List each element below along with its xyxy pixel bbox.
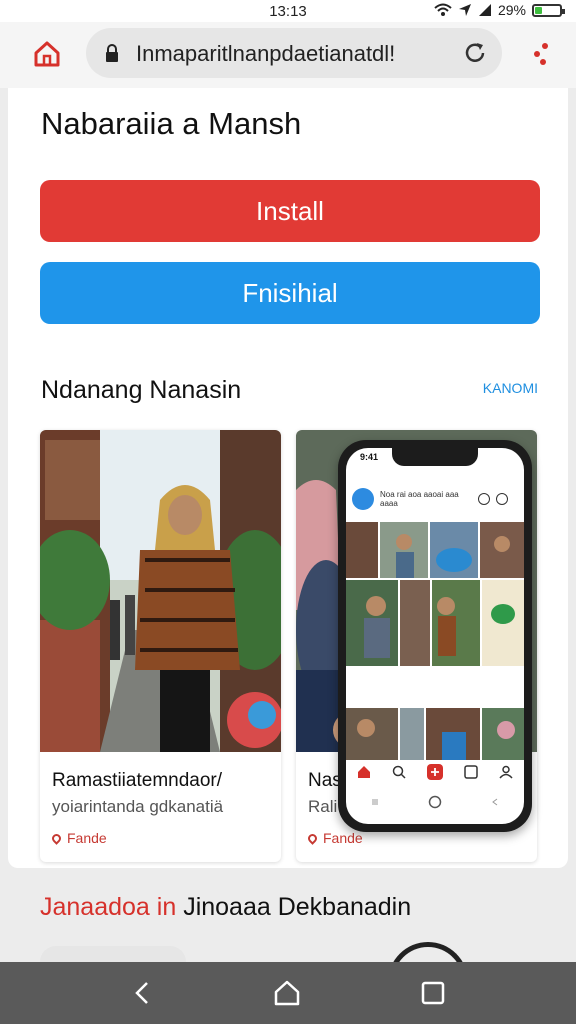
section2-title: Janaadoa in Jinoaaa Dekbanadin — [40, 893, 411, 922]
card-subtitle: Rali — [308, 797, 338, 816]
card-location: Fande — [306, 830, 363, 846]
section-title: Ndanang Nanasin — [41, 376, 242, 404]
phone-back-icon — [492, 798, 498, 806]
phone-heart-icon — [478, 493, 490, 505]
phone-notch — [392, 448, 478, 466]
status-bar: 13:13 29% — [0, 0, 576, 22]
secondary-button[interactable]: Fnisihial — [40, 262, 540, 324]
phone-app-logo — [352, 488, 374, 510]
status-right: 29% — [434, 2, 565, 18]
browser-toolbar: Inmaparitlnanpdaetianatdl! — [0, 22, 576, 88]
card-photo — [40, 430, 281, 752]
section2-title-black: Jinoaaa Dekbanadin — [183, 893, 412, 921]
card-location-label: Fande — [67, 830, 107, 846]
home-icon[interactable] — [32, 39, 62, 69]
phone-shield-icon — [496, 493, 508, 505]
section-link[interactable]: KANOMI — [483, 380, 538, 396]
location-icon — [458, 4, 471, 16]
phone-app-name: Noa rai aoa aaoai aaa aaaa — [380, 490, 459, 508]
reload-icon[interactable] — [462, 40, 488, 66]
phone-search-icon — [392, 765, 406, 779]
phone-photo-grid — [346, 522, 524, 760]
phone-bottom-nav — [346, 758, 524, 786]
app-title: Nabaraiia a Mansh — [41, 106, 302, 141]
section2-title-red: Janaadoa in — [40, 893, 177, 921]
lock-icon — [106, 44, 118, 62]
phone-mockup: 9:41 Noa rai aoa aaoai aaa aaaa — [338, 440, 532, 832]
phone-home-icon — [357, 766, 370, 778]
phone-home-circle-icon — [428, 795, 442, 809]
install-button[interactable]: Install — [40, 180, 540, 242]
signal-icon — [478, 4, 491, 16]
location-pin-icon — [50, 831, 63, 845]
phone-time: 9:41 — [360, 452, 379, 462]
card-title: Ramastiiatemndaor/ — [52, 770, 223, 791]
recents-icon[interactable] — [418, 978, 448, 1008]
home-nav-icon[interactable] — [272, 978, 302, 1008]
phone-system-bar — [346, 790, 524, 814]
menu-icon[interactable] — [532, 40, 552, 70]
url-text[interactable]: Inmaparitlnanpdaetianatdl! — [136, 41, 476, 67]
battery-percent: 29% — [497, 2, 526, 18]
back-icon[interactable] — [128, 978, 158, 1008]
card-title: Nas — [308, 770, 342, 791]
card-subtitle: yoiarintanda gdkanatiä — [52, 797, 224, 816]
phone-screen: 9:41 Noa rai aoa aaoai aaa aaaa — [346, 448, 524, 824]
battery-icon — [532, 3, 565, 17]
card-location: Fande — [50, 830, 107, 846]
phone-menu-icon — [372, 799, 378, 805]
location-pin-icon — [306, 831, 319, 845]
phone-add-icon — [426, 764, 443, 780]
url-bar[interactable]: Inmaparitlnanpdaetianatdl! — [86, 28, 502, 78]
wifi-icon — [434, 3, 452, 16]
feature-card[interactable]: Ramastiiatemndaor/ yoiarintanda gdkanati… — [40, 430, 281, 862]
card-location-label: Fande — [323, 830, 363, 846]
phone-profile-icon — [499, 765, 513, 779]
phone-app-header: Noa rai aoa aaoai aaa aaaa — [352, 484, 518, 514]
phone-inbox-icon — [464, 765, 478, 779]
system-nav-bar — [0, 962, 576, 1024]
